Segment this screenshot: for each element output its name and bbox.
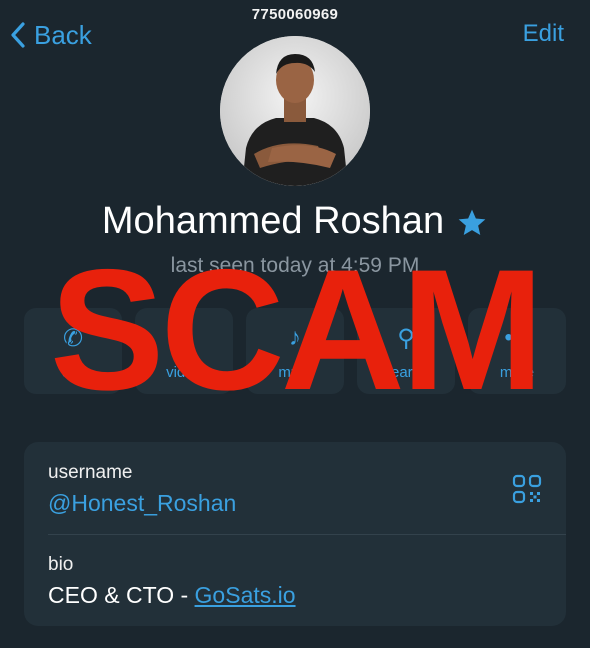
last-seen-status: last seen today at 4:59 PM xyxy=(170,254,420,277)
back-label: Back xyxy=(34,19,92,50)
bio-website-link[interactable]: GoSats.io xyxy=(195,582,296,608)
more-button[interactable]: ••• more xyxy=(468,308,566,394)
search-label: search xyxy=(383,364,429,381)
info-divider xyxy=(48,534,566,535)
qr-code-icon[interactable] xyxy=(512,474,542,504)
more-label: more xyxy=(499,364,535,381)
video-label: video xyxy=(166,364,202,381)
bio-value: CEO & CTO - GoSats.io xyxy=(48,582,296,609)
avatar-photo xyxy=(220,36,370,186)
video-button[interactable]: ■ video xyxy=(135,308,233,394)
bell-icon: ♪ xyxy=(289,324,301,351)
info-card: username @Honest_Roshan bio CEO & CTO - … xyxy=(24,442,566,626)
bio-text: CEO & CTO - xyxy=(48,582,195,608)
profile-name-row: Mohammed Roshan xyxy=(0,200,590,243)
search-icon: ⚲ xyxy=(397,325,415,352)
username-value[interactable]: @Honest_Roshan xyxy=(48,490,236,517)
chevron-left-icon xyxy=(11,22,25,48)
bio-label: bio xyxy=(48,554,74,575)
edit-button[interactable]: Edit xyxy=(523,20,564,48)
avatar[interactable] xyxy=(220,36,370,186)
back-button[interactable]: Back xyxy=(10,16,92,54)
search-button[interactable]: ⚲ search xyxy=(357,308,455,394)
mute-button[interactable]: ♪ mute xyxy=(246,308,344,394)
call-label: call xyxy=(61,364,85,381)
action-buttons: ✆ call ■ video ♪ mute ⚲ search ••• more xyxy=(24,308,566,394)
star-icon xyxy=(458,209,486,235)
phone-icon: ✆ xyxy=(62,325,84,352)
mute-label: mute xyxy=(278,364,312,381)
call-button[interactable]: ✆ call xyxy=(24,308,122,394)
video-icon: ■ xyxy=(176,324,192,351)
profile-name: Mohammed Roshan xyxy=(101,200,445,242)
ellipsis-icon: ••• xyxy=(504,324,530,351)
username-label: username xyxy=(48,462,133,483)
